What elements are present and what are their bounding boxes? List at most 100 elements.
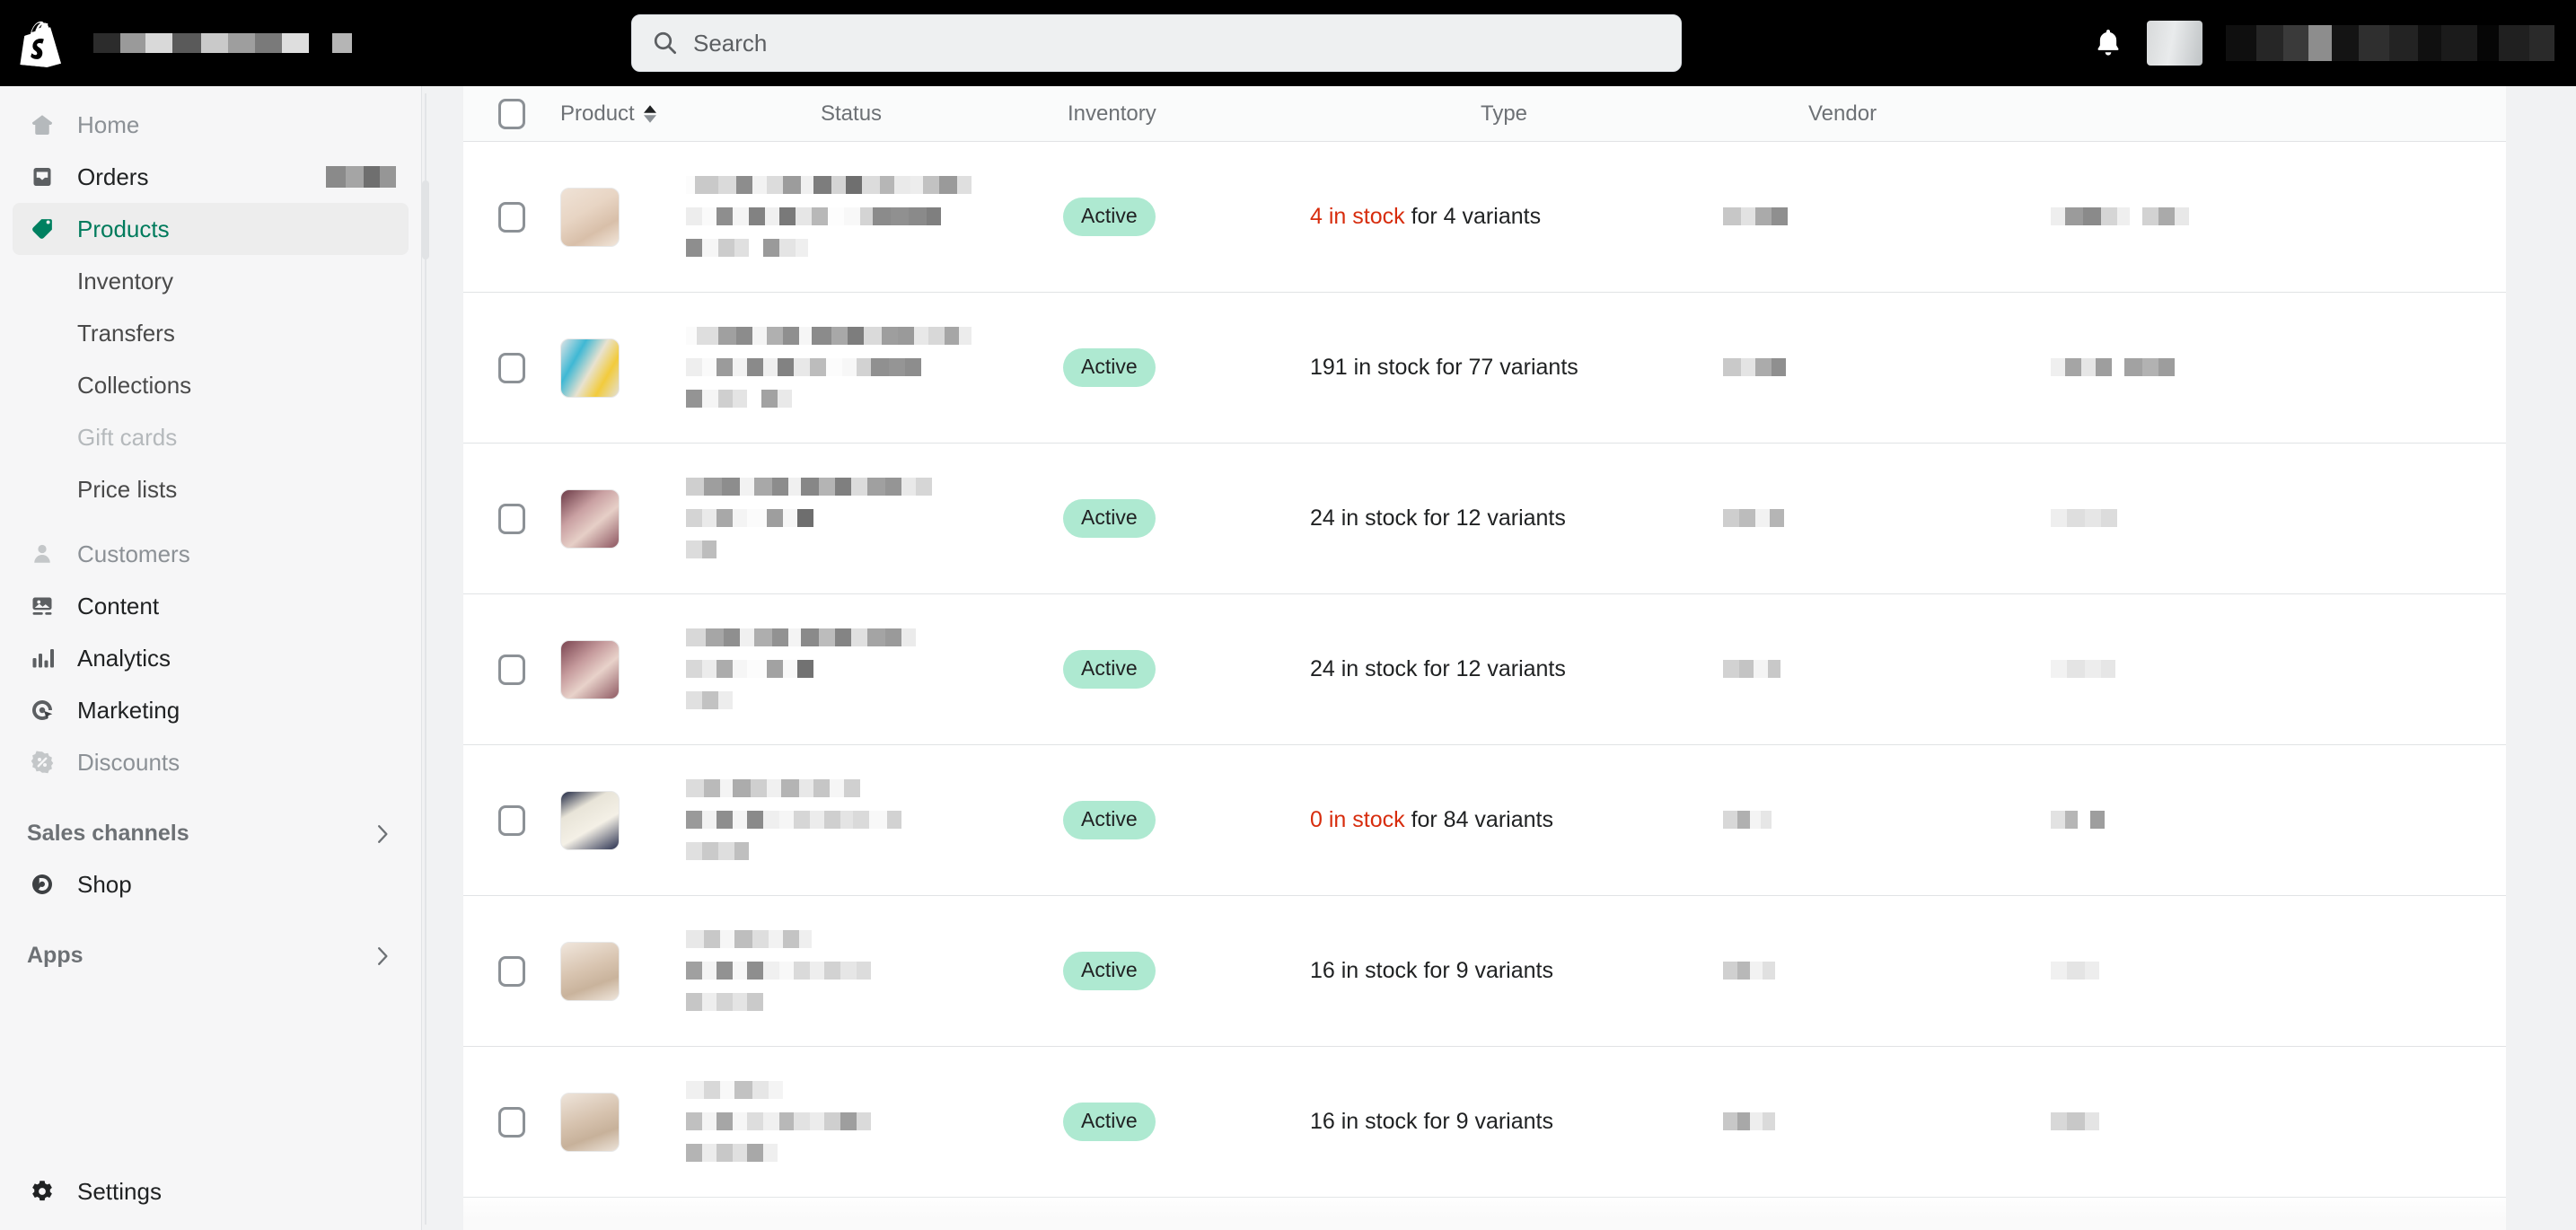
row-select-cell[interactable] xyxy=(463,1106,560,1138)
vendor-cell xyxy=(2051,508,2506,529)
table-row[interactable]: Active 4 in stock for 3 variants xyxy=(463,1198,2506,1230)
column-header-inventory[interactable]: Inventory xyxy=(1068,101,1481,127)
product-name-cell[interactable] xyxy=(686,326,1063,409)
product-name-redacted-line2 xyxy=(686,1111,1045,1132)
table-row[interactable]: Active 4 in stock for 4 variants xyxy=(463,142,2506,293)
table-row[interactable]: Active 191 in stock for 77 variants xyxy=(463,293,2506,444)
product-thumbnail[interactable] xyxy=(560,187,620,247)
product-thumbnail[interactable] xyxy=(560,639,620,699)
sidebar-item-shop[interactable]: Shop xyxy=(13,858,409,910)
search-input[interactable]: Search xyxy=(631,14,1682,72)
row-select-cell[interactable] xyxy=(463,955,560,987)
sidebar-item-analytics[interactable]: Analytics xyxy=(13,632,409,684)
search-icon xyxy=(654,31,676,54)
table-row[interactable]: Active 16 in stock for 9 variants xyxy=(463,1047,2506,1198)
product-thumbnail[interactable] xyxy=(560,1092,620,1152)
chevron-right-icon xyxy=(376,946,394,965)
sidebar-item-content[interactable]: Content xyxy=(13,580,409,632)
column-header-product[interactable]: Product xyxy=(560,101,821,127)
store-name-redacted[interactable] xyxy=(93,33,352,53)
row-select-cell[interactable] xyxy=(463,503,560,534)
sidebar-item-products[interactable]: Products xyxy=(13,203,409,255)
vendor-redacted xyxy=(2051,206,2130,227)
sidebar-item-price-lists[interactable]: Price lists xyxy=(13,463,409,515)
product-thumbnail[interactable] xyxy=(560,790,620,850)
products-content-area: Product Status Inventory Type Vendor Act… xyxy=(422,86,2576,1230)
row-checkbox[interactable] xyxy=(498,955,525,987)
table-header-row: Product Status Inventory Type Vendor xyxy=(463,86,2506,142)
product-name-cell[interactable] xyxy=(686,175,1063,259)
product-name-cell[interactable] xyxy=(686,1080,1063,1164)
product-thumbnail[interactable] xyxy=(560,941,620,1001)
user-name-redacted[interactable] xyxy=(2226,25,2554,61)
column-header-label: Inventory xyxy=(1068,101,1156,126)
table-row[interactable]: Active 24 in stock for 12 variants xyxy=(463,594,2506,745)
inventory-cell: 16 in stock for 9 variants xyxy=(1310,958,1723,984)
inventory-cell: 0 in stock for 84 variants xyxy=(1310,807,1723,833)
sidebar-section-sales-channels[interactable]: Sales channels xyxy=(13,808,409,858)
content-scrollbar[interactable] xyxy=(422,86,429,1230)
sidebar-item-label: Gift cards xyxy=(77,423,178,451)
brand-area[interactable] xyxy=(0,18,629,68)
vendor-redacted xyxy=(2051,961,2099,981)
sidebar-item-transfers[interactable]: Transfers xyxy=(13,307,409,359)
column-header-vendor[interactable]: Vendor xyxy=(1808,101,2506,127)
variant-count: for 77 variants xyxy=(1436,355,1578,380)
select-all-checkbox[interactable] xyxy=(498,98,525,129)
row-checkbox[interactable] xyxy=(498,654,525,685)
sidebar-item-marketing[interactable]: Marketing xyxy=(13,684,409,736)
shopify-bag-logo[interactable] xyxy=(20,18,61,68)
type-cell xyxy=(1723,961,2051,981)
sidebar-item-label: Products xyxy=(77,215,170,242)
vendor-cell xyxy=(2051,206,2506,227)
product-thumbnail-cell xyxy=(560,790,686,850)
row-select-cell[interactable] xyxy=(463,201,560,233)
search-placeholder: Search xyxy=(693,29,768,57)
sidebar-item-discounts[interactable]: Discounts xyxy=(13,736,409,788)
type-cell xyxy=(1723,810,2051,830)
product-name-cell[interactable] xyxy=(686,628,1063,711)
column-header-status[interactable]: Status xyxy=(821,101,1068,127)
sidebar-item-inventory[interactable]: Inventory xyxy=(13,255,409,307)
product-name-cell[interactable] xyxy=(686,477,1063,560)
product-thumbnail[interactable] xyxy=(560,338,620,398)
table-row[interactable]: Active 16 in stock for 9 variants xyxy=(463,896,2506,1047)
status-cell: Active xyxy=(1063,198,1310,236)
sidebar-item-orders[interactable]: Orders xyxy=(13,151,409,203)
row-checkbox[interactable] xyxy=(498,352,525,383)
avatar[interactable] xyxy=(2147,21,2202,66)
sidebar-item-label: Home xyxy=(77,110,140,138)
sidebar-item-collections[interactable]: Collections xyxy=(13,359,409,411)
inventory-cell: 16 in stock for 9 variants xyxy=(1310,1109,1723,1135)
sidebar-item-customers[interactable]: Customers xyxy=(13,528,409,580)
product-name-cell[interactable] xyxy=(686,778,1063,862)
sort-arrows-icon[interactable] xyxy=(643,104,656,123)
sidebar-item-home[interactable]: Home xyxy=(13,99,409,151)
product-thumbnail[interactable] xyxy=(560,488,620,549)
scrollbar-thumb[interactable] xyxy=(422,180,429,259)
row-checkbox[interactable] xyxy=(498,1106,525,1138)
top-bar: Search xyxy=(0,0,2576,86)
column-header-type[interactable]: Type xyxy=(1481,101,1808,127)
column-header-label: Vendor xyxy=(1808,101,1877,126)
sidebar-item-settings[interactable]: Settings xyxy=(13,1165,409,1217)
row-select-cell[interactable] xyxy=(463,352,560,383)
type-redacted xyxy=(1723,659,1780,680)
table-row[interactable]: Active 24 in stock for 12 variants xyxy=(463,444,2506,594)
row-checkbox[interactable] xyxy=(498,804,525,836)
sidebar-item-gift-cards[interactable]: Gift cards xyxy=(13,411,409,463)
search-area[interactable]: Search xyxy=(631,14,1682,72)
row-checkbox[interactable] xyxy=(498,201,525,233)
row-select-cell[interactable] xyxy=(463,654,560,685)
sidebar-section-apps[interactable]: Apps xyxy=(13,930,409,980)
row-checkbox[interactable] xyxy=(498,503,525,534)
select-all-cell[interactable] xyxy=(463,98,560,129)
row-select-cell[interactable] xyxy=(463,804,560,836)
product-name-cell[interactable] xyxy=(686,929,1063,1013)
scrollbar-line xyxy=(425,93,426,1225)
sidebar-item-label: Analytics xyxy=(77,644,171,672)
product-name-redacted-line3 xyxy=(686,540,1045,560)
vendor-redacted xyxy=(2051,659,2115,680)
table-row[interactable]: Active 0 in stock for 84 variants xyxy=(463,745,2506,896)
bell-icon[interactable] xyxy=(2093,27,2123,59)
